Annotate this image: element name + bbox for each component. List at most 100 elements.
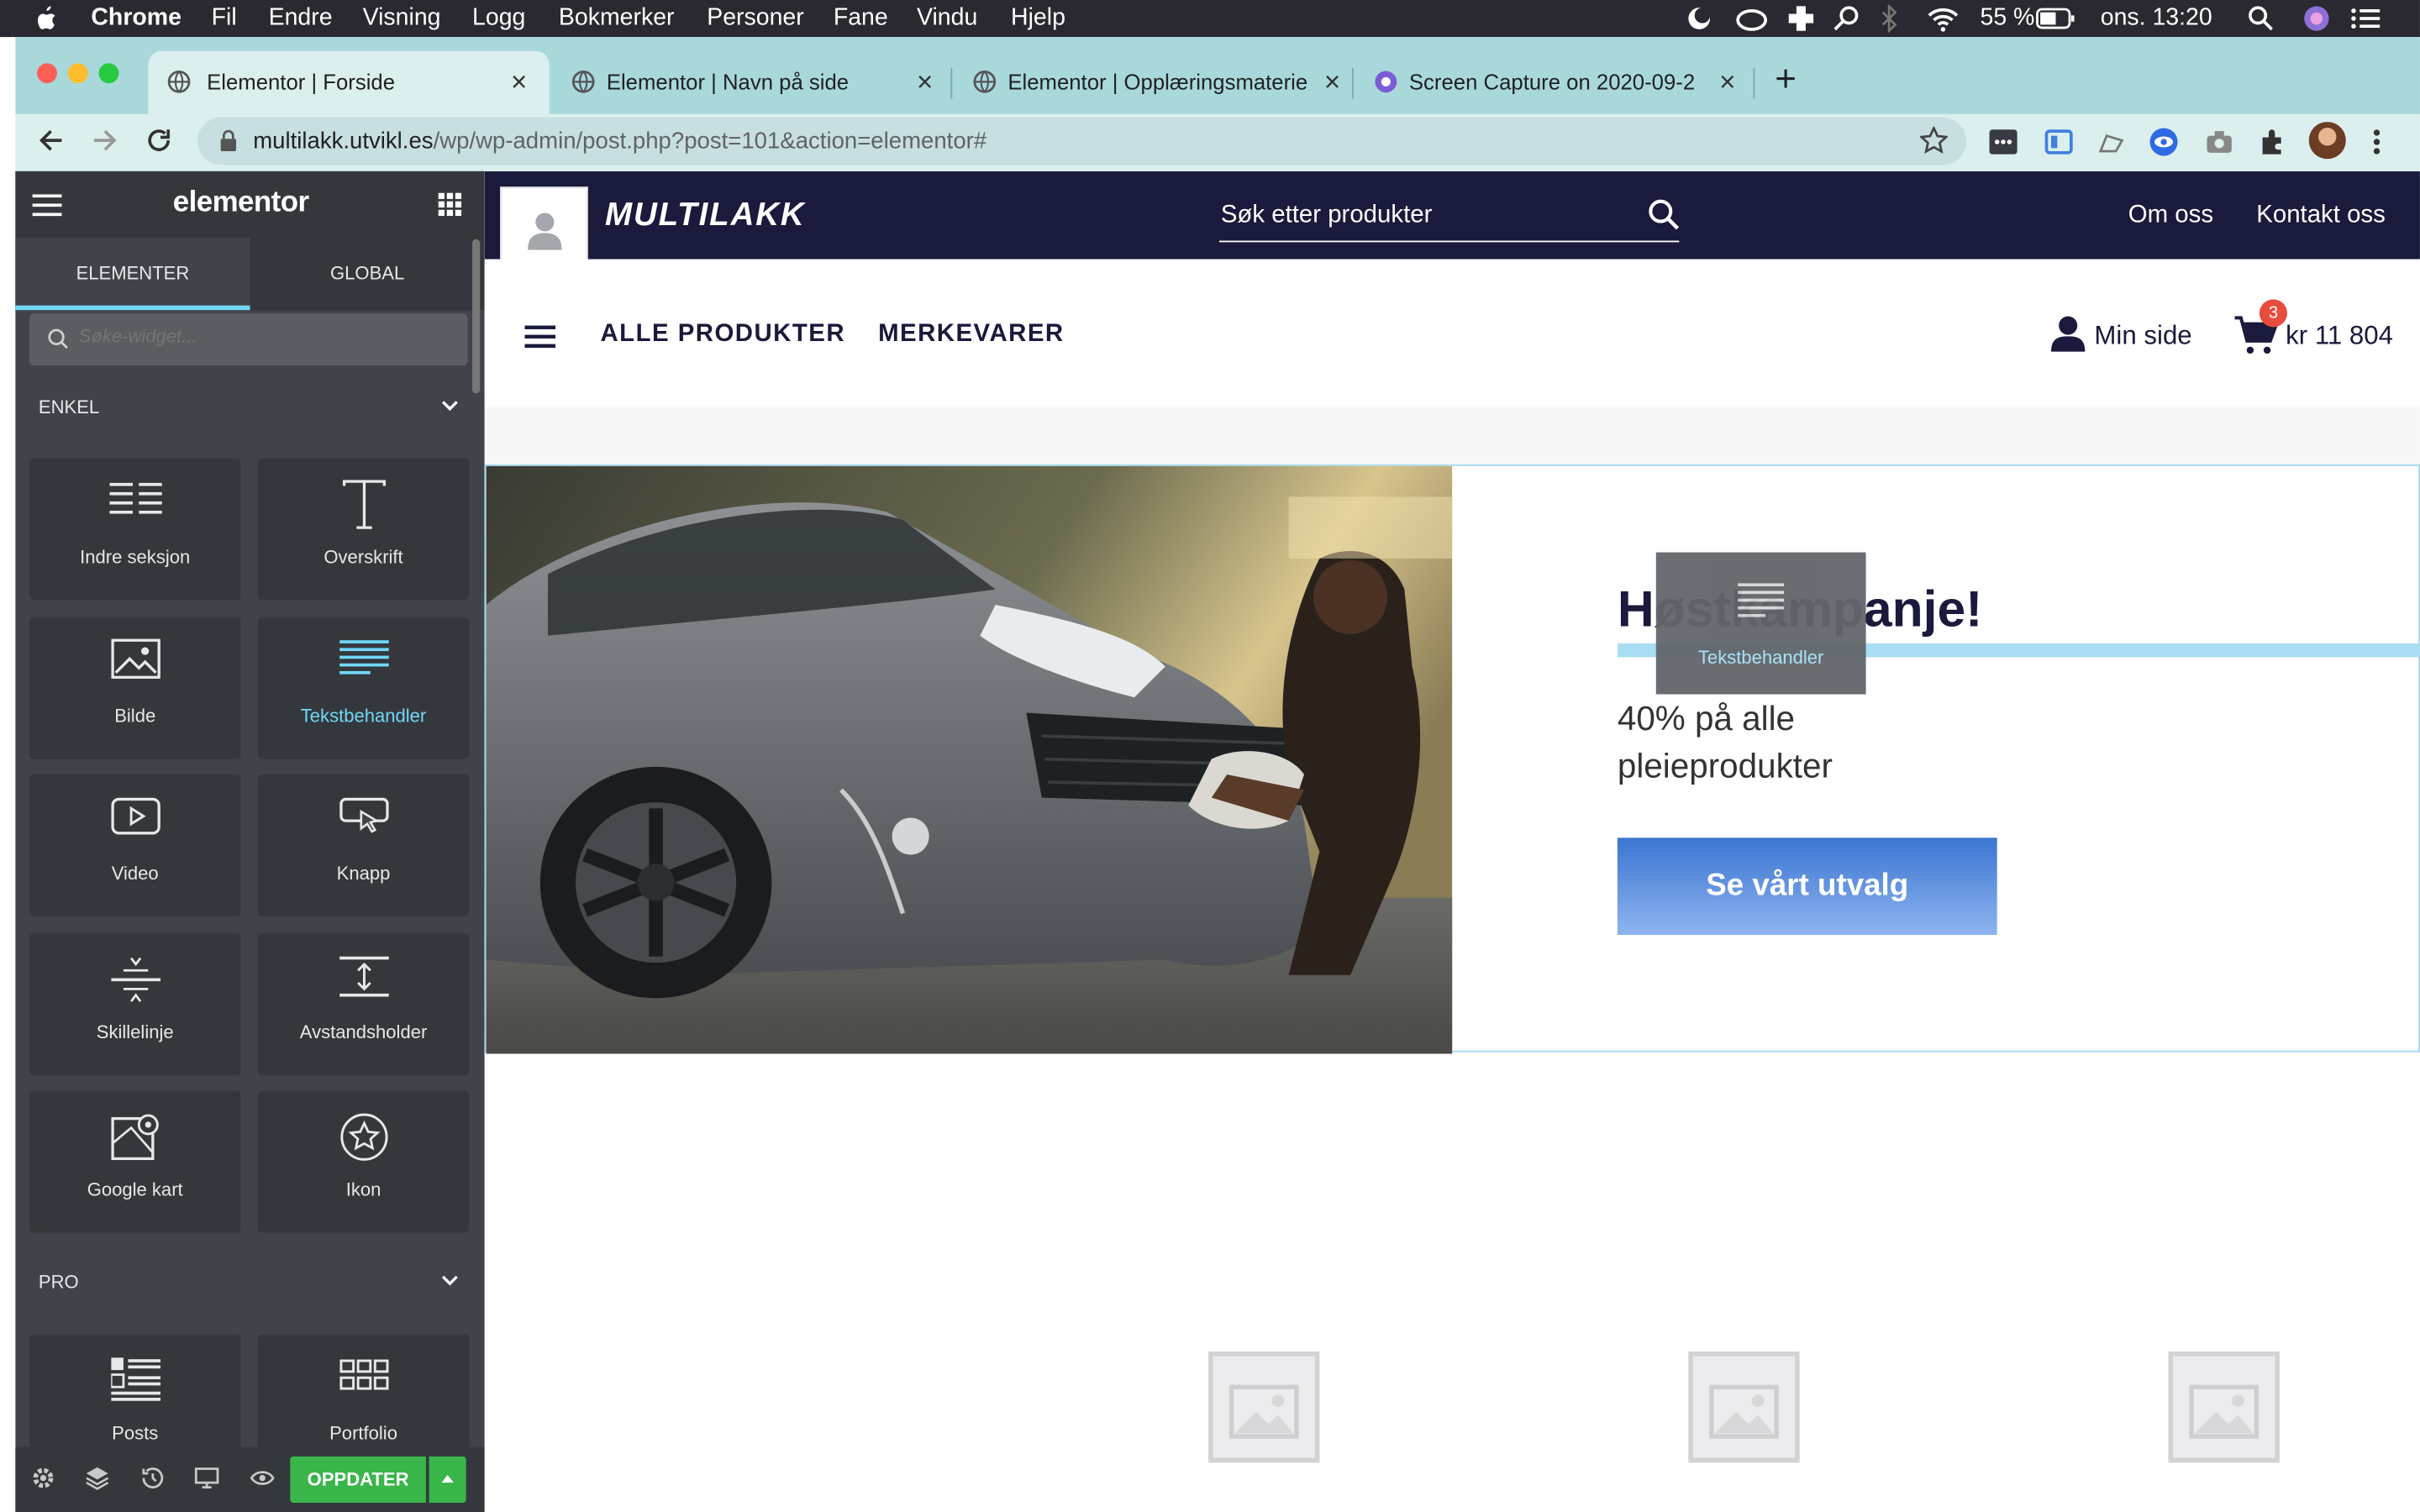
extension-dots-icon[interactable] [1988,128,2019,155]
widget-video[interactable]: Video [29,774,241,916]
panel-scrollbar[interactable] [472,239,481,394]
product-search[interactable]: Søk etter produkter [1218,196,1680,243]
hamburger-menu-icon[interactable] [524,324,556,349]
update-options-button[interactable] [429,1456,466,1503]
section-title-pro[interactable]: PRO [39,1271,79,1293]
section-title-basic[interactable]: ENKEL [39,396,99,418]
widget-heading[interactable]: Overskrift [257,458,470,601]
product-image-placeholder[interactable] [1688,1351,1800,1463]
chrome-menu-icon[interactable] [2370,127,2383,158]
close-tab-icon[interactable]: × [917,66,933,99]
widget-divider[interactable]: Skillelinje [29,933,241,1076]
menu-bookmarks[interactable]: Bokmerker [559,5,675,33]
extensions-puzzle-icon[interactable] [2258,127,2289,158]
cta-button[interactable]: Se vårt utvalg [1617,837,1997,936]
chevron-down-icon[interactable] [441,400,458,412]
battery-icon[interactable] [2036,5,2076,33]
extension-eye-icon[interactable] [2149,127,2180,158]
url-text[interactable]: multilakk.utvikl.es/wp/wp-admin/post.php… [253,128,986,154]
widget-posts[interactable]: Posts [29,1334,241,1458]
menu-history[interactable]: Logg [472,5,525,33]
widget-image[interactable]: Bilde [29,617,241,759]
wifi-icon[interactable] [1926,5,1960,33]
nav-brands[interactable]: MERKEVARER [878,321,1065,349]
cart-total[interactable]: kr 11 804 [2286,321,2393,352]
profile-avatar[interactable] [2308,122,2346,160]
tab-elementor-opplaering[interactable]: Elementor | Opplæringsmaterie × [954,51,1349,114]
close-tab-icon[interactable]: × [511,66,527,99]
menu-file[interactable]: Fil [212,5,237,33]
widgets-grid-icon[interactable] [438,192,462,217]
brand-wordmark[interactable]: MULTILAKK [605,197,806,234]
widget-icon[interactable]: Ikon [257,1090,470,1233]
bluetooth-icon[interactable] [1880,4,1898,33]
tab-global[interactable]: GLOBAL [250,238,485,310]
reload-icon[interactable] [145,127,173,155]
product-image-placeholder[interactable] [2168,1351,2280,1463]
widget-text-editor[interactable]: Tekstbehandler [257,617,470,759]
spotlight-icon[interactable] [2247,5,2275,33]
tab-screen-capture[interactable]: Screen Capture on 2020-09-2 × [1355,51,1750,114]
extension-reader-icon[interactable] [2044,128,2075,155]
product-image-placeholder[interactable] [1208,1351,1320,1463]
hero-subtext[interactable]: 40% på alle pleieprodukter [1618,695,1833,790]
widget-portfolio[interactable]: Portfolio [257,1334,470,1458]
tab-elementor-navn[interactable]: Elementor | Navn på side × [553,51,948,114]
tab-elementor-forside[interactable]: Elementor | Forside × [148,50,550,114]
clock[interactable]: ons. 13:20 [2101,5,2212,33]
user-icon[interactable] [2050,315,2086,352]
menu-window[interactable]: Vindu [917,5,977,33]
dragged-widget-preview[interactable]: Tekstbehandler [1655,552,1866,695]
my-page-link[interactable]: Min side [2094,321,2191,352]
maximize-window-button[interactable] [98,63,119,84]
notification-center-icon[interactable] [2350,5,2381,33]
extension-camera-icon[interactable] [2204,128,2235,155]
address-bar[interactable]: multilakk.utvikl.es/wp/wp-admin/post.php… [197,117,1966,165]
tab-elements[interactable]: ELEMENTER [15,237,250,311]
hero-section[interactable] [484,464,2420,1054]
responsive-mode-icon[interactable] [194,1466,219,1490]
forward-icon[interactable] [91,127,118,155]
creative-cloud-icon[interactable] [1734,5,1768,33]
menu-tab[interactable]: Fane [834,5,888,33]
close-tab-icon[interactable]: × [1719,66,1735,99]
hamburger-menu-icon[interactable] [32,193,62,218]
hero-car-image[interactable] [486,465,1453,1054]
back-icon[interactable] [37,127,65,155]
search-icon[interactable] [1649,199,1680,230]
widget-label: Skillelinje [96,1021,174,1043]
widget-search-input[interactable] [78,325,450,348]
close-tab-icon[interactable]: × [1324,66,1340,99]
magnifier-status-icon[interactable] [1832,5,1860,33]
image-icon [29,638,241,679]
new-tab-icon[interactable]: + [1775,59,1797,102]
widget-button[interactable]: Knapp [257,774,470,916]
link-about[interactable]: Om oss [2128,202,2213,230]
extension-pen-icon[interactable] [2096,128,2127,155]
navigator-layers-icon[interactable] [85,1466,109,1490]
link-contact[interactable]: Kontakt oss [2256,202,2386,230]
status-app-icon[interactable] [1686,5,1713,33]
lock-icon[interactable] [219,129,238,151]
preview-eye-icon[interactable] [250,1467,275,1489]
history-icon[interactable] [140,1466,165,1490]
widget-spacer[interactable]: Avstandsholder [257,933,470,1076]
update-button[interactable]: OPPDATER [290,1456,426,1503]
menu-app-name[interactable]: Chrome [91,5,182,33]
widget-inner-section[interactable]: Indre seksjon [29,458,241,601]
bookmark-star-icon[interactable] [1919,126,1948,155]
close-window-button[interactable] [37,63,57,84]
nav-all-products[interactable]: ALLE PRODUKTER [600,321,845,349]
menu-view[interactable]: Visning [363,5,441,33]
widget-google-maps[interactable]: Google kart [29,1090,241,1233]
minimize-window-button[interactable] [67,63,88,84]
plus-status-icon[interactable] [1787,5,1815,33]
widget-search[interactable] [29,312,468,366]
siri-icon[interactable] [2302,5,2333,33]
menu-edit[interactable]: Endre [269,5,333,33]
menu-help[interactable]: Hjelp [1011,5,1065,33]
menu-people[interactable]: Personer [707,5,804,33]
chevron-down-icon[interactable] [441,1274,458,1287]
settings-gear-icon[interactable] [33,1467,55,1489]
apple-menu-icon[interactable] [34,5,58,33]
